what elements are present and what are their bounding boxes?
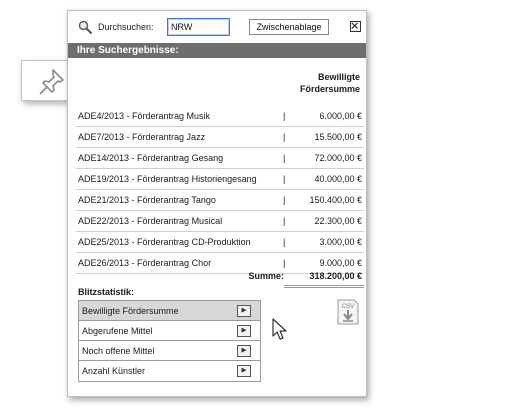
stat-item-anzahl-kuenstler[interactable]: Anzahl Künstler [79,361,260,381]
pin-icon[interactable] [34,65,70,98]
stat-item-bewilligte-foerdersumme[interactable]: Bewilligte Fördersumme [79,301,260,321]
table-row[interactable]: ADE21/2013 - Förderantrag Tango | 150.40… [76,190,364,211]
play-icon [241,307,247,313]
search-results-panel: Durchsuchen: Zwischenablage Ihre Sucherg… [67,10,367,397]
play-button[interactable] [237,345,251,357]
table-row[interactable]: ADE14/2013 - Förderantrag Gesang | 72.00… [76,148,364,169]
table-row[interactable]: ADE19/2013 - Förderantrag Historiengesan… [76,169,364,190]
csv-export-button[interactable]: CSV [336,299,360,325]
play-icon [241,327,247,333]
row-title: ADE21/2013 - Förderantrag Tango [78,195,216,205]
play-button[interactable] [237,365,251,377]
stat-item-label: Bewilligte Fördersumme [82,306,179,316]
sum-value: 318.200,00 € [309,271,362,281]
blitz-statistics-label: Blitzstatistik: [78,287,135,297]
results-header: Ihre Suchergebnisse: [68,43,366,58]
search-icon [78,20,92,34]
row-separator: | [283,174,286,184]
search-bar: Durchsuchen: Zwischenablage [68,11,366,43]
row-title: ADE25/2013 - Förderantrag CD-Produktion [78,237,251,247]
row-amount: 15.500,00 € [314,132,362,142]
row-amount: 22.300,00 € [314,216,362,226]
play-icon [241,367,247,373]
close-button[interactable] [350,21,361,32]
csv-label: CSV [342,304,354,310]
stat-item-label: Abgerufene Mittel [82,326,153,336]
row-amount: 6.000,00 € [319,111,362,121]
table-row[interactable]: ADE25/2013 - Förderantrag CD-Produktion … [76,232,364,253]
stat-item-label: Anzahl Künstler [82,366,146,376]
column-header-line1: Bewilligte [317,72,360,82]
row-title: ADE14/2013 - Förderantrag Gesang [78,153,224,163]
row-separator: | [283,216,286,226]
row-separator: | [283,111,286,121]
sum-row: Summe: 318.200,00 € [76,268,364,284]
table-row[interactable]: ADE22/2013 - Förderantrag Musical | 22.3… [76,211,364,232]
row-title: ADE7/2013 - Förderantrag Jazz [78,132,206,142]
table-row[interactable]: ADE7/2013 - Förderantrag Jazz | 15.500,0… [76,127,364,148]
row-separator: | [283,237,286,247]
stat-item-abgerufene-mittel[interactable]: Abgerufene Mittel [79,321,260,341]
row-separator: | [283,153,286,163]
close-icon [351,22,358,29]
play-icon [241,347,247,353]
play-button[interactable] [237,305,251,317]
clipboard-button[interactable]: Zwischenablage [249,19,329,35]
search-input[interactable] [167,18,230,36]
blitz-statistics-list: Bewilligte Fördersumme Abgerufene Mittel… [78,300,261,382]
table-row[interactable]: ADE4/2013 - Förderantrag Musik | 6.000,0… [76,106,364,127]
row-amount: 40.000,00 € [314,174,362,184]
row-amount: 150.400,00 € [309,195,362,205]
row-title: ADE22/2013 - Förderantrag Musical [78,216,223,226]
column-header-amount: Bewilligte Fördersumme [250,71,360,95]
row-title: ADE4/2013 - Förderantrag Musik [78,111,211,121]
column-header-line2: Fördersumme [299,84,360,94]
search-label: Durchsuchen: [98,22,154,32]
sum-label: Summe: [248,271,284,281]
sum-underline-divider [284,285,364,288]
play-button[interactable] [237,325,251,337]
csv-download-icon: CSV [337,299,359,325]
row-amount: 72.000,00 € [314,153,362,163]
row-title: ADE19/2013 - Förderantrag Historiengesan… [78,174,257,184]
results-table: ADE4/2013 - Förderantrag Musik | 6.000,0… [76,106,364,274]
row-separator: | [283,195,286,205]
stat-item-label: Noch offene Mittel [82,346,155,356]
row-amount: 3.000,00 € [319,237,362,247]
stat-item-noch-offene-mittel[interactable]: Noch offene Mittel [79,341,260,361]
row-separator: | [283,132,286,142]
mouse-cursor-icon [272,318,287,340]
